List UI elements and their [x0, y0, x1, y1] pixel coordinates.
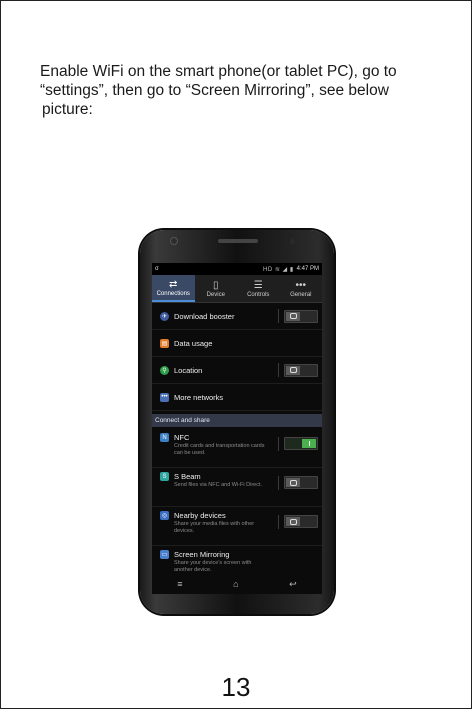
instruction-line-1: Enable WiFi on the smart phone(or tablet… — [40, 63, 397, 80]
more-icon: ••• — [160, 392, 169, 402]
tab-connections[interactable]: ⇄ Connections — [152, 275, 195, 302]
home-icon[interactable]: ⌂ — [233, 579, 238, 589]
setting-description: Credit cards and transportation cards ca… — [174, 443, 265, 456]
sensor-icon — [290, 239, 295, 244]
s-beam-toggle[interactable] — [284, 476, 318, 489]
screen-mirroring-icon: ▭ — [160, 550, 169, 559]
setting-location[interactable]: ⚲ Location — [152, 357, 322, 384]
setting-label: Data usage — [174, 338, 213, 348]
nfc-icon: N — [160, 433, 169, 442]
phone-icon: ▯ — [212, 279, 219, 291]
location-toggle[interactable] — [284, 363, 318, 377]
setting-label: S Beam — [174, 472, 201, 481]
divider — [278, 437, 279, 451]
setting-text: Screen Mirroring Share your device's scr… — [174, 550, 318, 574]
setting-description: Share your media files with other device… — [174, 521, 255, 534]
status-bar: σ HD ≋ ◢ ▮ 4:47 PM — [152, 263, 322, 275]
setting-label: Location — [174, 365, 203, 375]
divider — [278, 309, 279, 323]
download-booster-toggle[interactable] — [284, 309, 318, 323]
setting-text: Nearby devices Share your media files wi… — [174, 511, 278, 535]
nearby-devices-icon: ◎ — [160, 511, 169, 520]
nearby-devices-toggle[interactable] — [284, 515, 318, 528]
section-header-connect-share: Connect and share — [152, 414, 322, 427]
status-time: 4:47 PM — [296, 266, 319, 272]
divider — [278, 515, 279, 529]
beam-icon: S — [160, 472, 169, 481]
divider — [278, 363, 279, 377]
instruction-text: Enable WiFi on the smart phone(or tablet… — [40, 62, 440, 119]
more-dots-icon: ••• — [295, 279, 306, 291]
setting-label: NFC — [174, 433, 190, 442]
tab-general[interactable]: ••• General — [280, 275, 323, 302]
setting-nfc[interactable]: N NFC Credit cards and transportation ca… — [152, 429, 322, 468]
tab-label: Device — [206, 291, 225, 298]
front-camera-icon — [171, 238, 177, 244]
status-icons: HD ≋ ◢ ▮ — [263, 266, 294, 273]
sliders-icon: ☰ — [253, 279, 263, 291]
chart-icon: ▤ — [160, 338, 169, 348]
tab-label: Connections — [156, 290, 190, 297]
setting-nearby-devices[interactable]: ◎ Nearby devices Share your media files … — [152, 507, 322, 546]
setting-download-booster[interactable]: ✈ Download booster — [152, 303, 322, 330]
phone-screen: σ HD ≋ ◢ ▮ 4:47 PM ⇄ Connections ▯ Devic… — [152, 263, 322, 594]
setting-more-networks[interactable]: ••• More networks — [152, 384, 322, 411]
swap-arrows-icon: ⇄ — [169, 278, 178, 290]
instruction-line-2: “settings”, then go to “Screen Mirroring… — [40, 82, 389, 99]
back-icon[interactable]: ↩ — [289, 579, 297, 590]
setting-description: Share your device's screen with another … — [174, 560, 252, 573]
notification-icon: σ — [155, 266, 159, 272]
tab-controls[interactable]: ☰ Controls — [237, 275, 280, 302]
menu-icon[interactable]: ≡ — [177, 579, 182, 589]
setting-text: NFC Credit cards and transportation card… — [174, 433, 278, 457]
tab-label: General — [290, 291, 312, 298]
page-number: 13 — [221, 672, 251, 702]
nfc-toggle[interactable] — [284, 437, 318, 450]
location-pin-icon: ⚲ — [160, 365, 169, 375]
rocket-icon: ✈ — [160, 311, 169, 321]
setting-s-beam[interactable]: S S Beam Send files via NFC and Wi-Fi Di… — [152, 468, 322, 507]
setting-label: Nearby devices — [174, 511, 226, 520]
tab-device[interactable]: ▯ Device — [195, 275, 238, 302]
setting-data-usage[interactable]: ▤ Data usage — [152, 330, 322, 357]
navigation-bar: ≡ ⌂ ↩ — [152, 574, 322, 594]
phone-illustration: σ HD ≋ ◢ ▮ 4:47 PM ⇄ Connections ▯ Devic… — [140, 230, 334, 614]
setting-description: Send files via NFC and Wi-Fi Direct. — [174, 482, 263, 488]
tab-label: Controls — [247, 291, 270, 298]
setting-text: S Beam Send files via NFC and Wi-Fi Dire… — [174, 472, 278, 489]
setting-label: Download booster — [174, 311, 235, 321]
settings-tabs: ⇄ Connections ▯ Device ☰ Controls ••• Ge… — [152, 275, 322, 303]
earpiece — [218, 239, 258, 243]
divider — [278, 476, 279, 490]
setting-label: More networks — [174, 392, 224, 402]
instruction-line-3: picture: — [42, 101, 93, 118]
setting-label: Screen Mirroring — [174, 550, 230, 559]
